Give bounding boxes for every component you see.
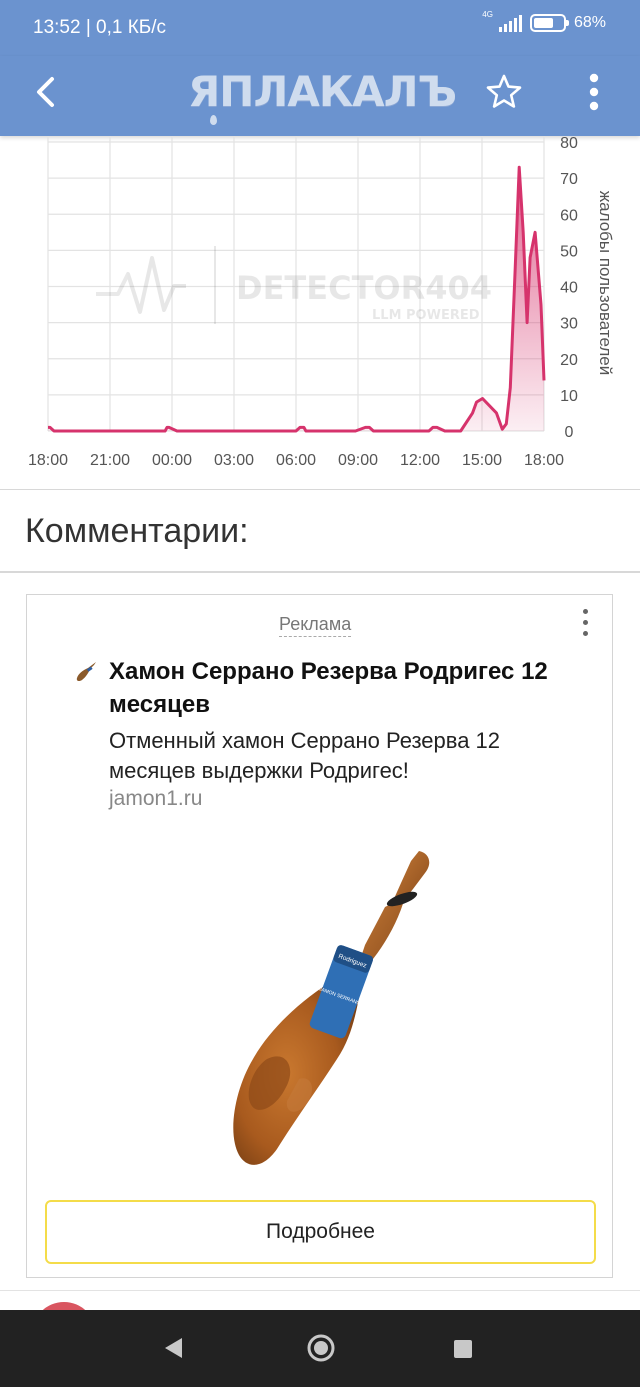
ad-label[interactable]: Реклама xyxy=(279,614,352,637)
x-tick-label: 03:00 xyxy=(214,452,254,469)
logo-drop-icon xyxy=(210,115,217,125)
x-tick-label: 18:00 xyxy=(28,452,68,469)
x-tick-label: 21:00 xyxy=(90,452,130,469)
site-logo[interactable]: ЯПЛАКАЛЪ xyxy=(182,67,462,125)
comments-title: Комментарии: xyxy=(25,512,249,550)
y-tick-label: 10 xyxy=(560,388,578,405)
y-tick-label: 20 xyxy=(560,352,578,369)
chart-svg: DETECTOR404 LLM POWERED 18:00 21:00 00:00 0… xyxy=(28,135,615,469)
y-tick-label: 70 xyxy=(560,171,578,188)
status-time: 13:52 | 0,1 КБ/с xyxy=(33,17,167,38)
complaints-chart: DETECTOR404 LLM POWERED 18:00 21:00 00:00 0… xyxy=(0,135,640,482)
signal-icon xyxy=(498,14,522,32)
nav-recent-icon[interactable] xyxy=(452,1338,474,1360)
ham-image[interactable]: Rodriguez JAMON SERRANO xyxy=(207,849,437,1179)
x-tick-label: 09:00 xyxy=(338,452,378,469)
star-icon[interactable] xyxy=(484,72,524,112)
x-tick-label: 15:00 xyxy=(462,452,502,469)
chart-watermark: DETECTOR404 xyxy=(236,269,492,307)
divider xyxy=(0,489,640,490)
back-arrow-icon[interactable] xyxy=(26,70,70,114)
more-vert-icon[interactable] xyxy=(580,70,608,114)
network-type: 4G xyxy=(482,9,493,19)
y-tick-label: 30 xyxy=(560,316,578,333)
nav-bar xyxy=(0,1310,640,1387)
y-tick-label: 0 xyxy=(565,424,574,441)
chart-watermark-sub: LLM POWERED xyxy=(372,308,480,323)
app-bar: ЯПЛАКАЛЪ xyxy=(0,56,640,136)
ad-title[interactable]: Хамон Серрано Резерва Родригес 12 месяце… xyxy=(109,655,609,721)
divider xyxy=(0,1290,640,1291)
y-tick-label: 40 xyxy=(560,280,578,297)
chart-y-label: жалобы пользователей xyxy=(596,191,615,375)
nav-back-icon[interactable] xyxy=(160,1334,188,1362)
battery-percent: 68% xyxy=(573,14,606,31)
status-bar: 13:52 | 0,1 КБ/с 4G 68% xyxy=(0,0,640,56)
y-tick-label: 50 xyxy=(560,243,578,260)
more-vert-icon[interactable] xyxy=(577,609,593,643)
logo-text: ЯПЛАКАЛЪ xyxy=(187,67,457,116)
ad-details-button[interactable]: Подробнее xyxy=(45,1200,596,1264)
status-right: 4G 68% xyxy=(482,10,606,32)
ham-favicon-icon xyxy=(74,660,98,684)
ad-card[interactable]: Реклама Хамон Серрано Резерва Родригес 1… xyxy=(26,594,613,1278)
x-tick-label: 06:00 xyxy=(276,452,316,469)
nav-home-icon[interactable] xyxy=(305,1332,337,1364)
ad-text[interactable]: Отменный хамон Серрано Резерва 12 месяце… xyxy=(109,726,589,786)
y-tick-label: 80 xyxy=(560,136,578,152)
y-tick-label: 60 xyxy=(560,207,578,224)
x-tick-label: 18:00 xyxy=(524,452,564,469)
x-tick-label: 00:00 xyxy=(152,452,192,469)
divider xyxy=(0,571,640,573)
x-tick-label: 12:00 xyxy=(400,452,440,469)
battery-icon xyxy=(529,14,569,32)
ad-domain[interactable]: jamon1.ru xyxy=(109,787,202,811)
